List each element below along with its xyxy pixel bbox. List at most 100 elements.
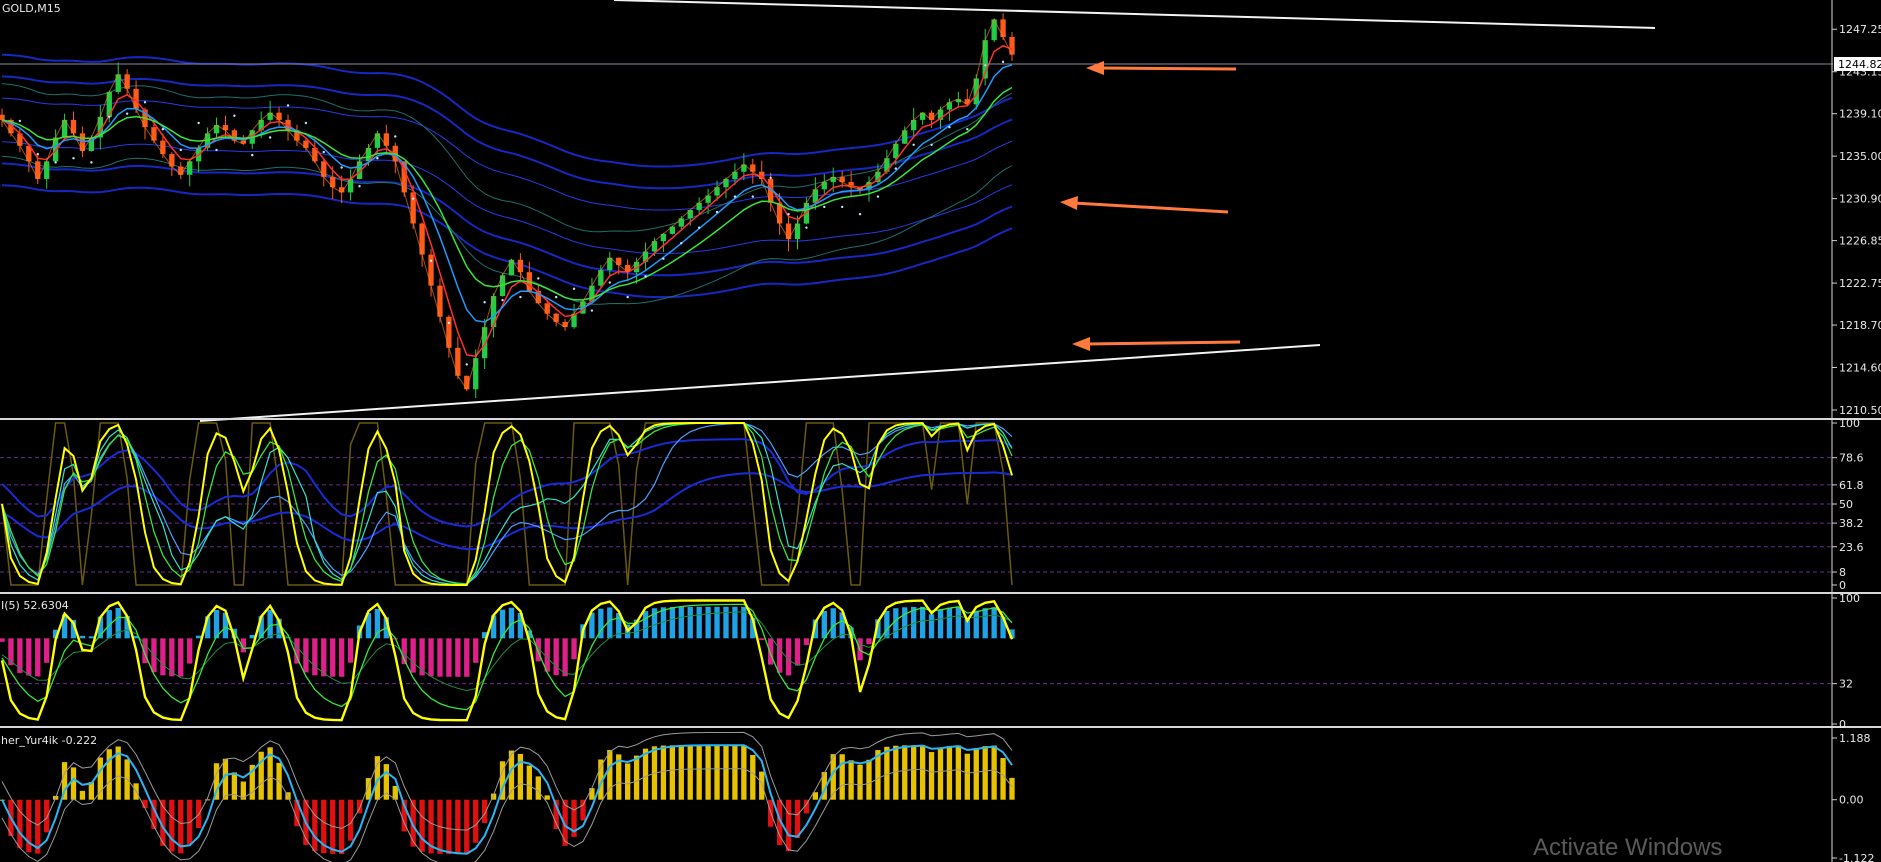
rsi-hist-bar xyxy=(428,638,434,677)
fisher-hist-bar xyxy=(455,799,461,855)
sar-dot xyxy=(644,275,647,278)
price-axis-tick-label: 1247.25 xyxy=(1839,23,1881,36)
rsi-hist-bar xyxy=(553,638,559,676)
sar-dot xyxy=(715,210,719,214)
fisher-hist-bar xyxy=(705,745,711,800)
fisher-hist-bar xyxy=(607,749,613,800)
fisher-hist-bar xyxy=(678,745,684,800)
rsi-axis-tick-label: 100 xyxy=(1839,592,1860,605)
sar-dot xyxy=(948,125,951,129)
stoch-axis-tick-label: 61.8 xyxy=(1839,479,1864,492)
fisher-hist-bar xyxy=(642,748,649,800)
sar-dot xyxy=(680,241,683,245)
sar-dot xyxy=(572,287,576,290)
rsi-hist-bar xyxy=(571,638,577,660)
fisher-hist-bar xyxy=(526,765,533,800)
rsi-hist-bar xyxy=(705,606,711,639)
rsi-hist-bar xyxy=(937,609,944,639)
rsi-hist-bar xyxy=(893,608,899,639)
rsi-hist-bar xyxy=(267,609,273,639)
sar-dot xyxy=(1001,60,1005,64)
sar-dot xyxy=(161,128,165,131)
price-axis-tick-label: 1210.50 xyxy=(1839,404,1881,417)
rsi-hist-bar xyxy=(803,638,810,645)
fisher-hist-bar xyxy=(884,746,890,800)
rsi-hist-bar xyxy=(195,635,202,639)
sar-dot xyxy=(894,167,898,170)
sar-dot xyxy=(411,197,415,200)
fisher-hist-bar xyxy=(714,745,720,800)
price-axis-tick-label: 1226.85 xyxy=(1839,235,1881,248)
rsi-hist-bar xyxy=(955,607,962,639)
fisher-hist-bar xyxy=(1000,758,1006,800)
sar-dot xyxy=(215,148,218,152)
fisher-hist-bar xyxy=(794,799,801,839)
sar-dot xyxy=(554,295,558,299)
fisher-axis-tick-label: -1.122 xyxy=(1839,852,1874,862)
sar-dot xyxy=(179,148,182,152)
chart-background xyxy=(0,0,1881,862)
sar-dot xyxy=(447,321,451,325)
rsi-hist-bar xyxy=(562,638,568,677)
rsi-hist-bar xyxy=(687,606,693,639)
sar-dot xyxy=(36,152,39,156)
price-axis-tick-label: 1239.10 xyxy=(1839,108,1881,121)
trading-chart[interactable]: GOLD,M15 1247.251243.151239.101235.00123… xyxy=(0,0,1881,862)
sar-dot xyxy=(537,277,540,280)
fisher-hist-bar xyxy=(580,799,586,821)
sar-dot xyxy=(108,115,111,118)
rsi-hist-bar xyxy=(187,638,193,664)
sar-dot xyxy=(662,257,665,260)
fisher-hist-bar xyxy=(88,782,95,800)
fisher-hist-bar xyxy=(1009,777,1015,800)
fisher-hist-bar xyxy=(687,745,693,800)
rsi-hist-bar xyxy=(26,638,32,676)
rsi-hist-bar xyxy=(455,638,461,677)
fisher-hist-bar xyxy=(928,752,935,800)
rsi-hist-bar xyxy=(678,606,684,639)
fisher-hist-bar xyxy=(419,799,425,852)
rsi-hist-bar xyxy=(473,638,479,663)
price-axis-tick-label: 1214.60 xyxy=(1839,362,1881,375)
sar-dot xyxy=(840,205,844,209)
fisher-hist-bar xyxy=(696,745,702,800)
sar-dot xyxy=(197,121,200,125)
rsi-hist-bar xyxy=(160,638,166,676)
price-axis-tick-label: 1218.70 xyxy=(1839,319,1881,332)
candle-body xyxy=(446,316,452,348)
fisher-hist-bar xyxy=(204,799,211,801)
fisher-hist-bar xyxy=(982,746,988,800)
sar-dot xyxy=(54,161,57,164)
sar-dot xyxy=(519,295,522,299)
rsi-hist-bar xyxy=(776,638,783,673)
sar-dot xyxy=(143,101,147,104)
rsi-hist-bar xyxy=(330,638,336,677)
fisher-hist-bar xyxy=(17,799,23,849)
rsi-hist-bar xyxy=(544,638,550,672)
rsi-hist-bar xyxy=(723,606,729,639)
fisher-hist-bar xyxy=(839,754,845,800)
fisher-hist-bar xyxy=(946,745,953,800)
sar-dot xyxy=(626,295,629,299)
rsi-hist-bar xyxy=(794,638,801,666)
rsi-axis-tick-label: 0 xyxy=(1839,718,1846,731)
fisher-hist-bar xyxy=(902,745,908,800)
stoch-axis-tick-label: 100 xyxy=(1839,417,1860,430)
rsi-axis-tick-label: 32 xyxy=(1839,678,1853,691)
sar-dot xyxy=(483,301,486,304)
rsi-hist-bar xyxy=(0,638,5,642)
sar-dot xyxy=(966,128,969,131)
fisher-hist-bar xyxy=(919,745,926,800)
sar-dot xyxy=(376,157,379,160)
candle-body xyxy=(0,114,5,120)
sar-dot xyxy=(876,195,880,198)
sar-dot xyxy=(787,212,790,216)
stoch-axis-tick-label: 78.6 xyxy=(1839,452,1864,465)
fisher-hist-bar xyxy=(669,745,676,800)
stoch-axis-tick-label: 8 xyxy=(1839,566,1846,579)
rsi-hist-bar xyxy=(312,638,318,676)
fisher-axis-tick-label: 0.00 xyxy=(1839,794,1864,807)
fisher-hist-bar xyxy=(481,799,488,824)
stoch-axis-tick-label: 0 xyxy=(1839,579,1846,592)
current-price-value: 1244.82 xyxy=(1838,58,1881,71)
